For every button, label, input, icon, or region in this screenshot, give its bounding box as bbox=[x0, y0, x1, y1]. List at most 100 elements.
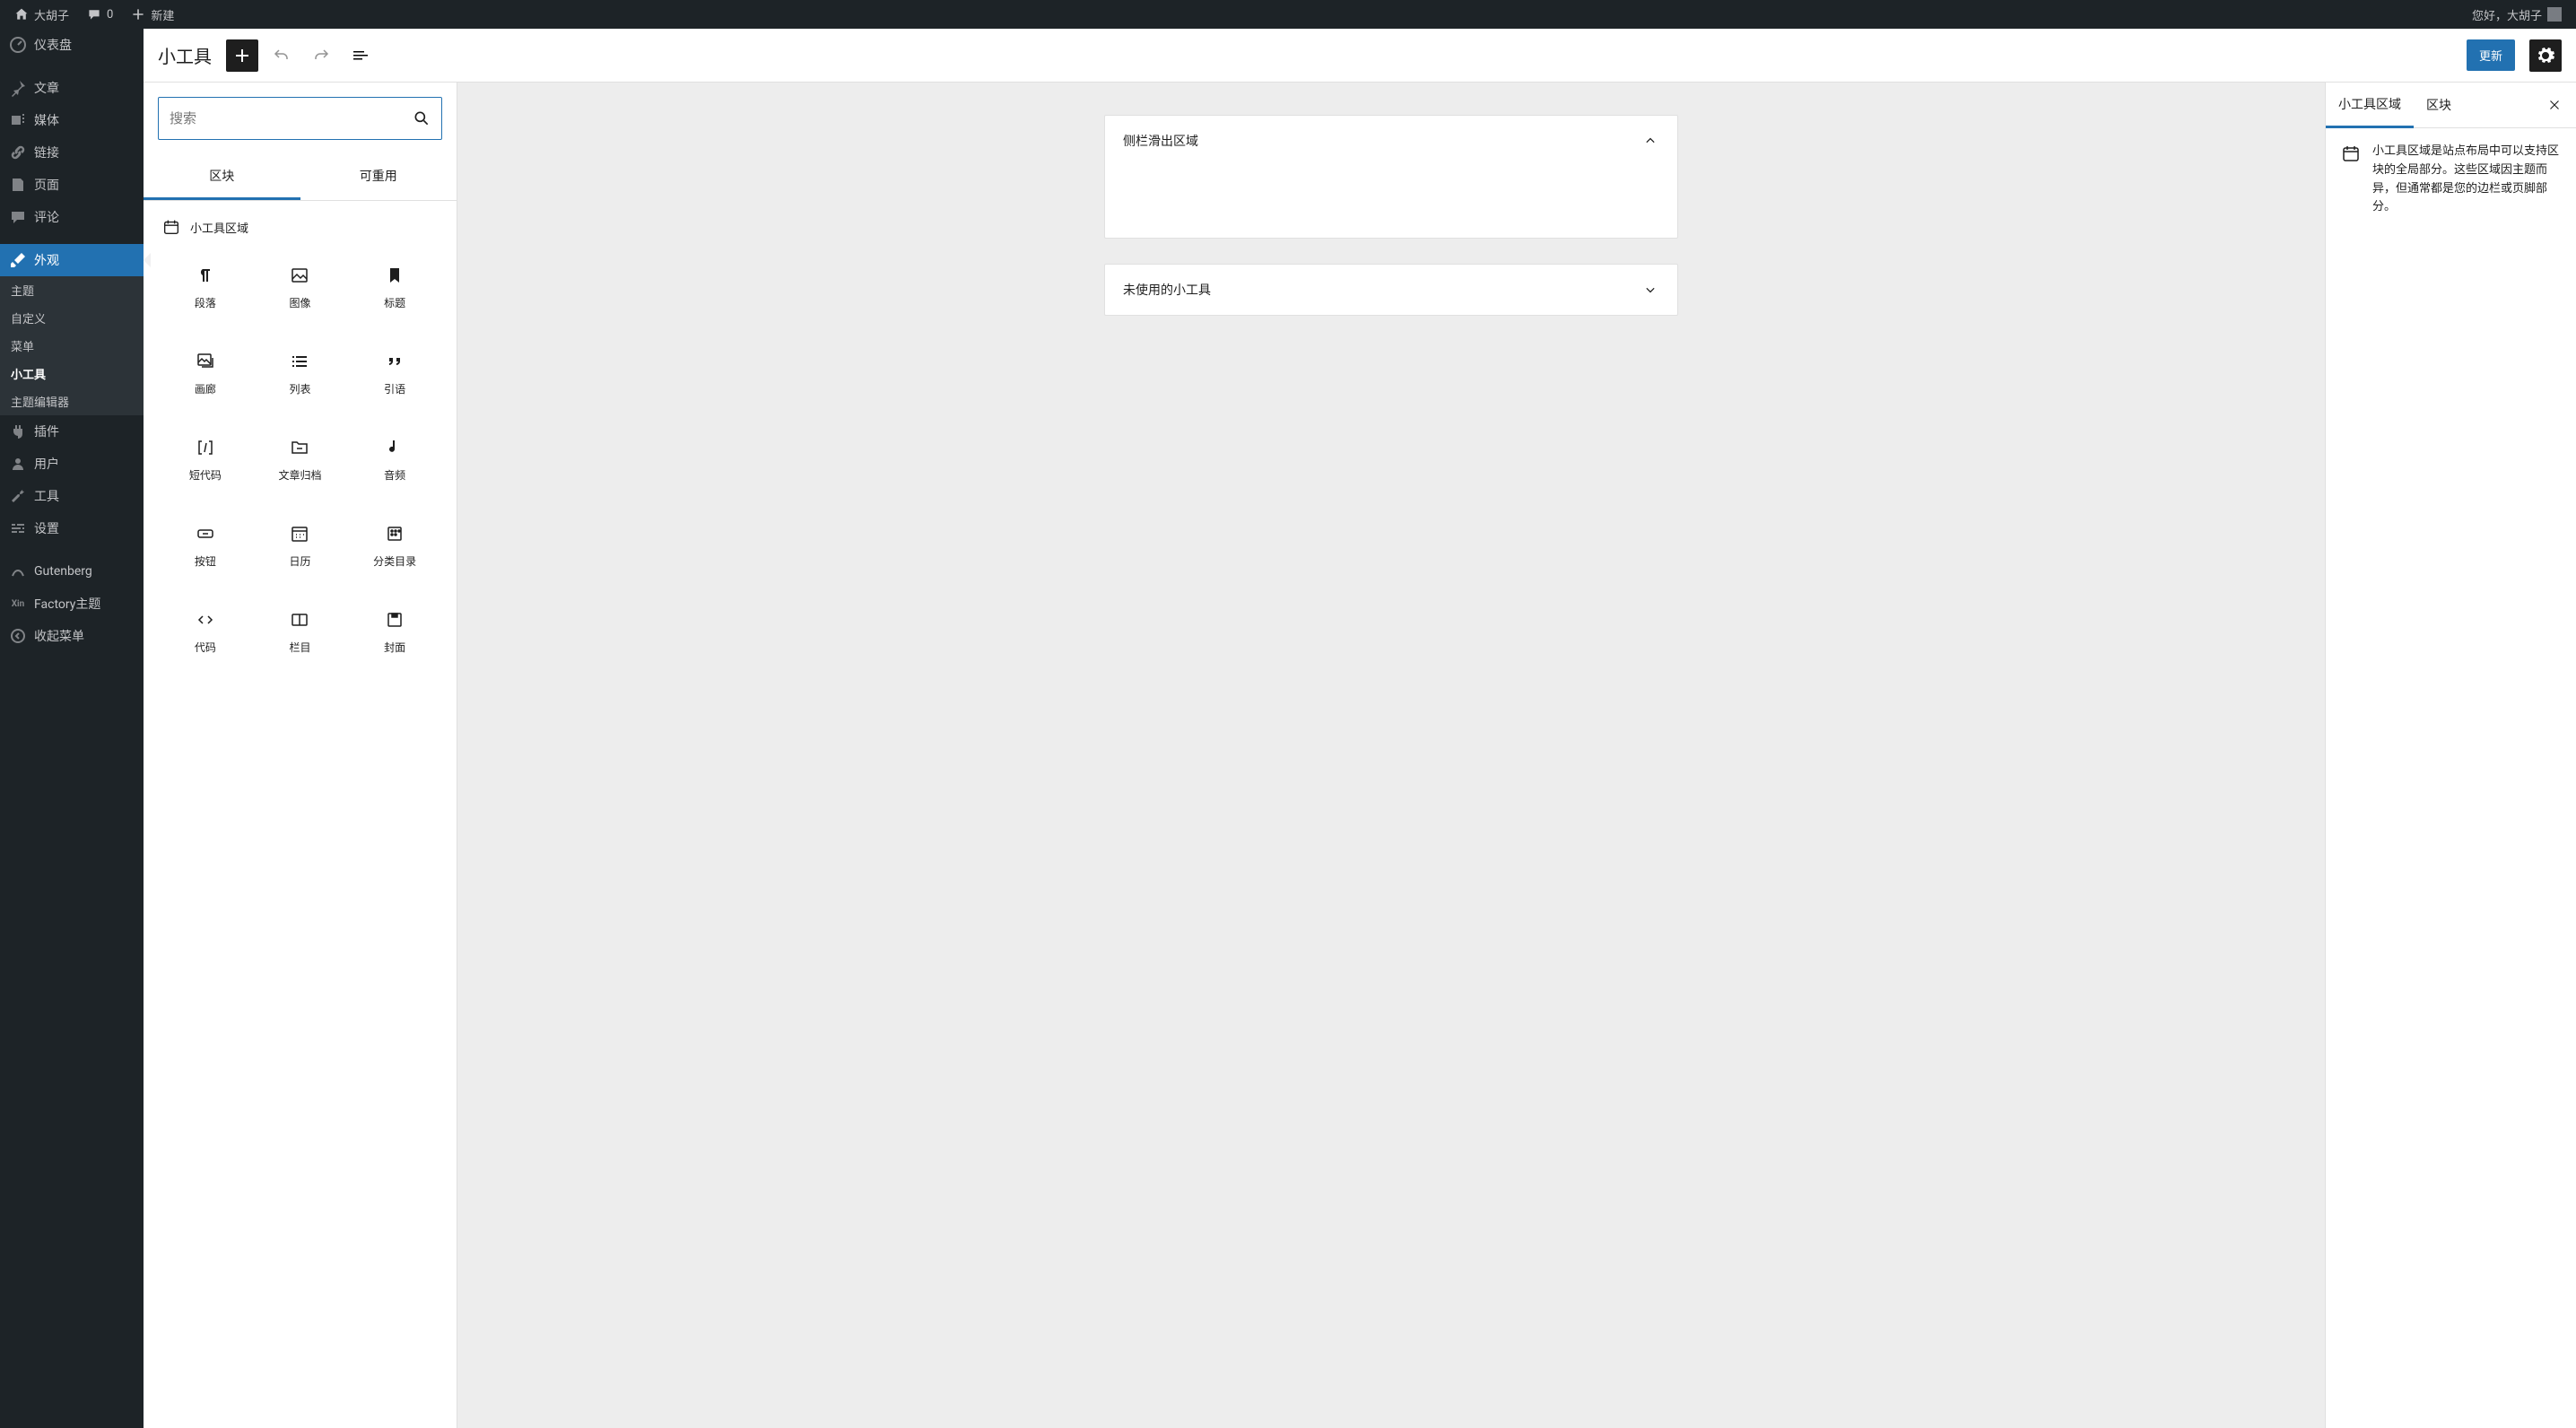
sidebar-item-posts[interactable]: 文章 bbox=[0, 72, 144, 104]
redo-icon bbox=[310, 45, 332, 66]
block-paragraph[interactable]: 段落 bbox=[158, 244, 253, 330]
block-heading[interactable]: 标题 bbox=[347, 244, 442, 330]
sidebar-item-dashboard[interactable]: 仪表盘 bbox=[0, 29, 144, 61]
inserter-toggle-button[interactable] bbox=[226, 39, 258, 72]
comment-icon bbox=[87, 7, 101, 22]
adminbar-new-label: 新建 bbox=[151, 6, 174, 23]
sidebar-item-comments[interactable]: 评论 bbox=[0, 201, 144, 233]
rightbar-body: 小工具区域是站点布局中可以支持区块的全局部分。这些区域因主题而异，但通常都是您的… bbox=[2326, 128, 2576, 231]
audio-icon bbox=[384, 437, 405, 458]
xin-icon: Xin bbox=[9, 595, 27, 613]
inserter-search[interactable] bbox=[158, 97, 442, 140]
block-code[interactable]: 代码 bbox=[158, 588, 253, 675]
adminbar-site-name: 大胡子 bbox=[34, 6, 69, 23]
cover-icon bbox=[384, 609, 405, 631]
block-button[interactable]: 按钮 bbox=[158, 502, 253, 588]
bookmark-icon bbox=[384, 265, 405, 286]
sidebar-label: 工具 bbox=[34, 487, 59, 505]
widgets-canvas: 侧栏滑出区域 未使用的小工具 bbox=[457, 83, 2325, 1428]
sidebar-label: 设置 bbox=[34, 519, 59, 537]
sidebar-item-pages[interactable]: 页面 bbox=[0, 169, 144, 201]
sub-item-themes[interactable]: 主题 bbox=[0, 276, 144, 304]
sub-item-widgets[interactable]: 小工具 bbox=[0, 360, 144, 387]
widget-area-header[interactable]: 侧栏滑出区域 bbox=[1105, 116, 1677, 166]
redo-button[interactable] bbox=[305, 39, 337, 72]
close-settings-button[interactable] bbox=[2540, 91, 2569, 119]
folder-icon bbox=[289, 437, 310, 458]
widget-area-sidebar-slide: 侧栏滑出区域 bbox=[1104, 115, 1678, 239]
sidebar-label: Factory主题 bbox=[34, 595, 100, 613]
list-icon bbox=[289, 351, 310, 372]
sidebar-item-settings[interactable]: 设置 bbox=[0, 512, 144, 544]
undo-icon bbox=[271, 45, 292, 66]
sidebar-item-collapse[interactable]: 收起菜单 bbox=[0, 620, 144, 652]
paragraph-icon bbox=[195, 265, 216, 286]
sidebar-label: 插件 bbox=[34, 422, 59, 440]
block-columns[interactable]: 栏目 bbox=[253, 588, 348, 675]
tab-blocks[interactable]: 区块 bbox=[144, 154, 300, 200]
widget-area-icon bbox=[161, 217, 181, 237]
sidebar-item-media[interactable]: 媒体 bbox=[0, 104, 144, 136]
update-button[interactable]: 更新 bbox=[2467, 39, 2515, 71]
brush-icon bbox=[9, 251, 27, 269]
sidebar-item-factory[interactable]: Xin Factory主题 bbox=[0, 588, 144, 620]
shortcode-icon bbox=[195, 437, 216, 458]
inserter-section-widget-area: 小工具区域 bbox=[158, 201, 442, 244]
plus-icon bbox=[231, 45, 253, 66]
sidebar-appearance-submenu: 主题 自定义 菜单 小工具 主题编辑器 bbox=[0, 276, 144, 415]
wrench-icon bbox=[9, 487, 27, 505]
widget-area-body[interactable] bbox=[1105, 166, 1677, 238]
sub-item-customize[interactable]: 自定义 bbox=[0, 304, 144, 332]
list-view-button[interactable] bbox=[344, 39, 377, 72]
settings-button[interactable] bbox=[2529, 39, 2562, 72]
image-icon bbox=[289, 265, 310, 286]
editor-content: 小工具 更新 bbox=[144, 29, 2576, 1428]
sub-item-menus[interactable]: 菜单 bbox=[0, 332, 144, 360]
block-cover[interactable]: 封面 bbox=[347, 588, 442, 675]
categories-icon bbox=[384, 523, 405, 544]
rightbar-tab-widget-area[interactable]: 小工具区域 bbox=[2326, 83, 2414, 128]
block-categories[interactable]: 分类目录 bbox=[347, 502, 442, 588]
settings-sidebar: 小工具区域 区块 小工具区域是站点布局中可以支持区块的全局部分。这些区域因主题而… bbox=[2325, 83, 2576, 1428]
adminbar-site[interactable]: 大胡子 bbox=[7, 0, 76, 29]
block-calendar[interactable]: 日历 bbox=[253, 502, 348, 588]
sidebar-item-gutenberg[interactable]: Gutenberg bbox=[0, 555, 144, 588]
block-audio[interactable]: 音频 bbox=[347, 416, 442, 502]
block-gallery[interactable]: 画廊 bbox=[158, 330, 253, 416]
undo-button[interactable] bbox=[265, 39, 298, 72]
sidebar-item-links[interactable]: 链接 bbox=[0, 136, 144, 169]
gallery-icon bbox=[195, 351, 216, 372]
block-inserter-panel: 区块 可重用 小工具区域 段落 图像 标题 画廊 列表 bbox=[144, 83, 457, 1428]
rightbar-tab-block[interactable]: 区块 bbox=[2414, 83, 2464, 126]
link-icon bbox=[9, 144, 27, 161]
adminbar-greeting[interactable]: 您好，大胡子 bbox=[2465, 0, 2569, 29]
sidebar-item-plugins[interactable]: 插件 bbox=[0, 415, 144, 448]
sidebar-item-tools[interactable]: 工具 bbox=[0, 480, 144, 512]
sub-item-theme-editor[interactable]: 主题编辑器 bbox=[0, 387, 144, 415]
plug-icon bbox=[9, 422, 27, 440]
adminbar-new[interactable]: 新建 bbox=[124, 0, 181, 29]
tab-reusable[interactable]: 可重用 bbox=[300, 154, 457, 200]
block-shortcode[interactable]: 短代码 bbox=[158, 416, 253, 502]
block-quote[interactable]: 引语 bbox=[347, 330, 442, 416]
block-list[interactable]: 列表 bbox=[253, 330, 348, 416]
page-title: 小工具 bbox=[158, 42, 212, 68]
admin-bar: 大胡子 0 新建 您好，大胡子 bbox=[0, 0, 2576, 29]
sliders-icon bbox=[9, 519, 27, 537]
editor-header: 小工具 更新 bbox=[144, 29, 2576, 83]
search-icon bbox=[413, 109, 431, 127]
sidebar-item-users[interactable]: 用户 bbox=[0, 448, 144, 480]
calendar-icon bbox=[289, 523, 310, 544]
adminbar-comments[interactable]: 0 bbox=[80, 0, 120, 29]
block-grid: 段落 图像 标题 画廊 列表 引语 短代码 文章归档 音频 按钮 日历 分类目录 bbox=[158, 244, 442, 675]
search-input[interactable] bbox=[170, 111, 413, 126]
sidebar-item-appearance[interactable]: 外观 bbox=[0, 244, 144, 276]
inserter-tabs: 区块 可重用 bbox=[144, 154, 457, 201]
dashboard-icon bbox=[9, 36, 27, 54]
block-image[interactable]: 图像 bbox=[253, 244, 348, 330]
sidebar-label: 外观 bbox=[34, 251, 59, 269]
widget-area-header[interactable]: 未使用的小工具 bbox=[1105, 265, 1677, 315]
block-archives[interactable]: 文章归档 bbox=[253, 416, 348, 502]
button-icon bbox=[195, 523, 216, 544]
page-icon bbox=[9, 176, 27, 194]
